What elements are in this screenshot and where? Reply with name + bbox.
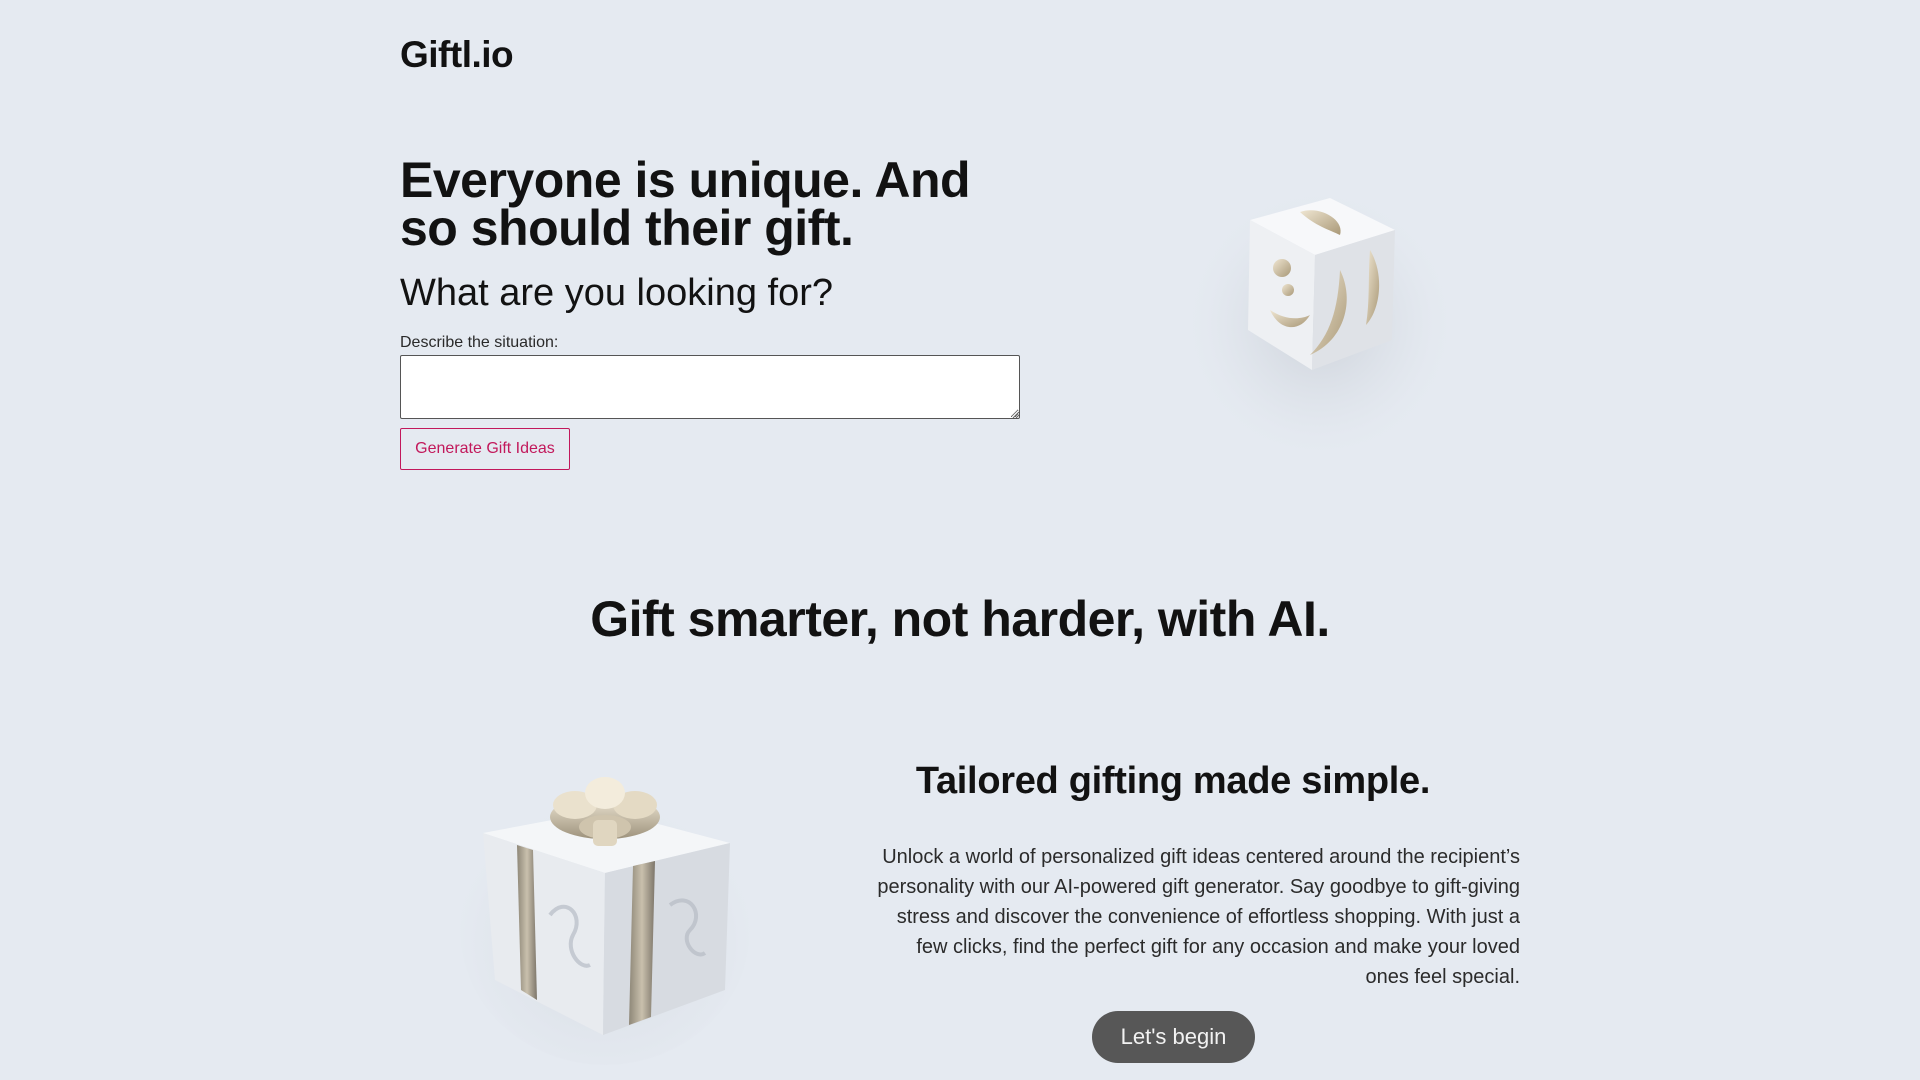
hero-subtitle: What are you looking for?: [400, 272, 834, 314]
resize-grip-icon[interactable]: [1012, 411, 1019, 418]
landing-page: Giftl.io Everyone is unique. And so shou…: [0, 0, 1920, 1080]
section-heading: Gift smarter, not harder, with AI.: [590, 591, 1330, 647]
feature-description: Unlock a world of personalized gift idea…: [877, 846, 1520, 988]
generate-gift-ideas-button[interactable]: Generate Gift Ideas: [400, 428, 570, 470]
feature-title: Tailored gifting made simple.: [915, 760, 1431, 802]
lets-begin-button[interactable]: Let's begin: [1092, 1011, 1255, 1063]
brand-logo[interactable]: Giftl.io: [400, 34, 514, 76]
gift-box-illustration: [455, 765, 755, 1065]
situation-label: Describe the situation:: [400, 334, 559, 351]
situation-input[interactable]: [400, 355, 1020, 419]
hero-cube-illustration: [1170, 150, 1470, 450]
hero-title: Everyone is unique. And so should their …: [400, 152, 971, 256]
